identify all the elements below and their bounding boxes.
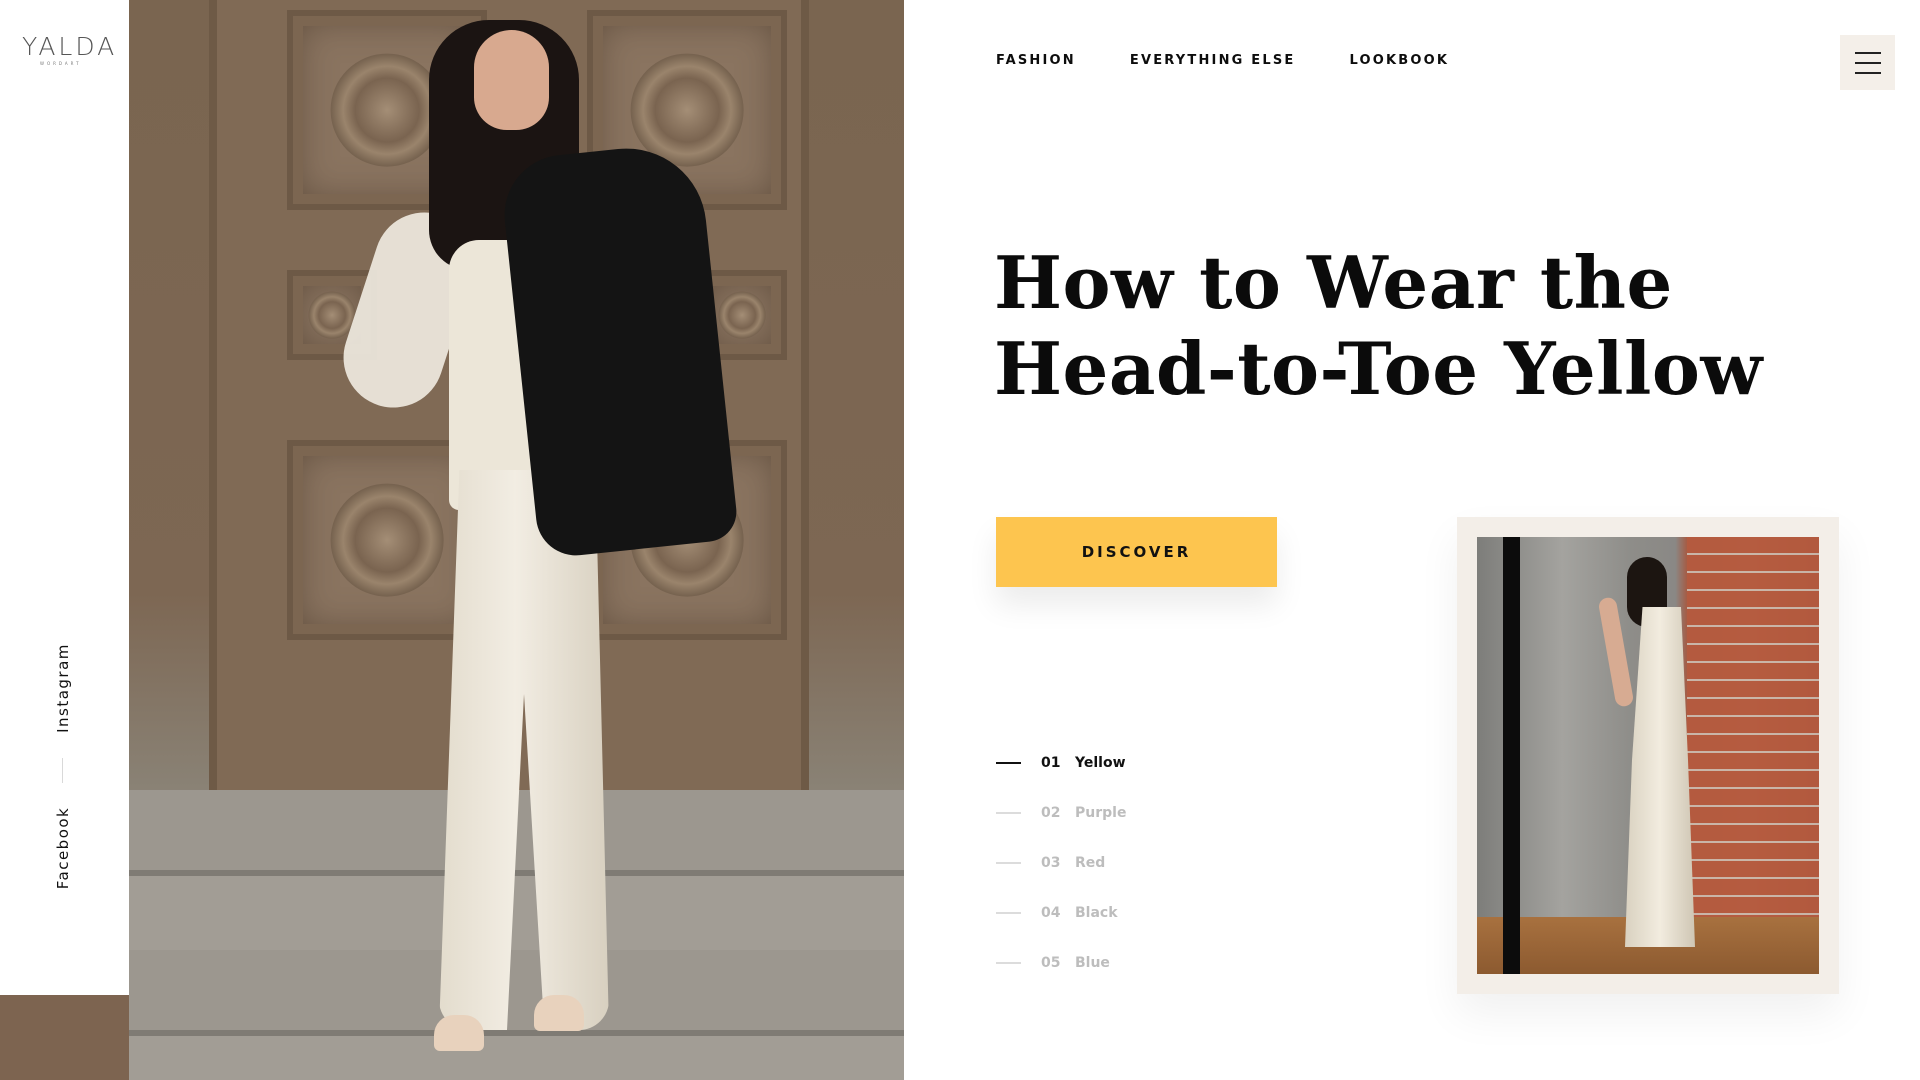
nav-item-everything-else[interactable]: EVERYTHING ELSE: [1130, 53, 1296, 68]
slide-item-black[interactable]: 04 Black: [996, 888, 1126, 938]
slide-label: Yellow: [1075, 755, 1126, 771]
slide-item-yellow[interactable]: 01 Yellow: [996, 738, 1126, 788]
social-divider: [62, 758, 63, 783]
next-slide-preview-card[interactable]: [1457, 517, 1839, 994]
preview-brick-wall: [1687, 537, 1819, 974]
model-shoe: [434, 1015, 484, 1051]
model-shoe: [534, 995, 584, 1031]
slide-label: Black: [1075, 905, 1118, 921]
discover-button[interactable]: DISCOVER: [996, 517, 1277, 587]
top-nav: FASHION EVERYTHING ELSE LOOKBOOK: [996, 53, 1449, 68]
logo-text: YALDA: [22, 32, 118, 61]
preview-model-dress: [1625, 607, 1695, 947]
hamburger-menu-button[interactable]: [1840, 35, 1895, 90]
slide-label: Purple: [1075, 805, 1127, 821]
headline-line-2: Head-to-Toe Yellow: [994, 326, 1763, 411]
slide-number: 02: [1041, 805, 1061, 821]
hero-headline: How to Wear the Head-to-Toe Yellow: [994, 240, 1794, 412]
facebook-link[interactable]: Facebook: [54, 807, 72, 889]
slide-number: 04: [1041, 905, 1061, 921]
preview-photo: [1477, 537, 1819, 974]
site-logo[interactable]: YALDA WORDART: [22, 32, 118, 66]
slide-list: 01 Yellow 02 Purple 03 Red 04 Black 05 B…: [996, 738, 1126, 988]
slide-item-purple[interactable]: 02 Purple: [996, 788, 1126, 838]
preview-pillar: [1503, 537, 1520, 974]
hero-photo: [129, 0, 904, 1080]
hamburger-menu-icon: [1854, 71, 1881, 74]
slide-item-blue[interactable]: 05 Blue: [996, 938, 1126, 988]
slide-item-red[interactable]: 03 Red: [996, 838, 1126, 888]
hamburger-menu-icon: [1854, 61, 1881, 64]
slide-dash: [996, 762, 1021, 764]
nav-item-lookbook[interactable]: LOOKBOOK: [1349, 53, 1449, 68]
slide-number: 05: [1041, 955, 1061, 971]
logo-subtext: WORDART: [40, 61, 82, 66]
slide-dash: [996, 912, 1021, 914]
slide-number: 03: [1041, 855, 1061, 871]
slide-label: Blue: [1075, 955, 1110, 971]
instagram-link[interactable]: Instagram: [54, 643, 72, 733]
hamburger-menu-icon: [1854, 51, 1881, 54]
left-rail: YALDA WORDART Instagram Facebook: [0, 0, 129, 1080]
nav-item-fashion[interactable]: FASHION: [996, 53, 1076, 68]
model-face: [474, 30, 549, 130]
slide-dash: [996, 812, 1021, 814]
slide-label: Red: [1075, 855, 1106, 871]
slide-dash: [996, 962, 1021, 964]
slide-dash: [996, 862, 1021, 864]
rail-color-block: [0, 995, 129, 1080]
discover-button-label: DISCOVER: [1081, 543, 1192, 561]
headline-line-1: How to Wear the: [994, 240, 1673, 325]
slide-number: 01: [1041, 755, 1061, 771]
